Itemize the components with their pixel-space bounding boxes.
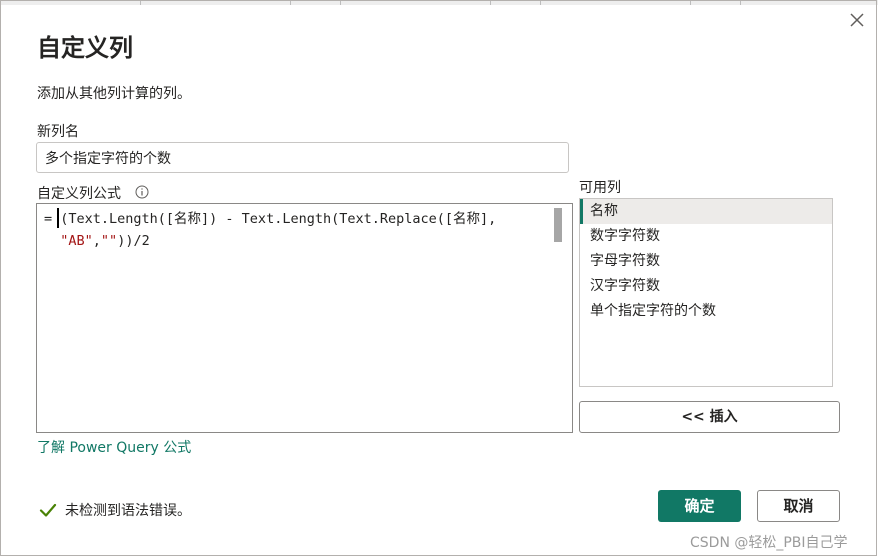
available-column-item[interactable]: 单个指定字符的个数 [580, 299, 832, 324]
close-icon[interactable] [847, 10, 867, 30]
learn-power-query-link[interactable]: 了解 Power Query 公式 [37, 437, 191, 457]
formula-code[interactable]: = (Text.Length([名称]) - Text.Length(Text.… [44, 208, 496, 252]
available-columns-label: 可用列 [579, 180, 621, 196]
formula-editor[interactable]: = (Text.Length([名称]) - Text.Length(Text.… [36, 203, 573, 433]
formula-line1: = (Text.Length([名称]) - Text.Length(Text.… [44, 211, 497, 227]
custom-column-dialog: 自定义列 添加从其他列计算的列。 新列名 自定义列公式 = (Text.Leng… [0, 0, 877, 556]
editor-scrollbar-thumb[interactable] [554, 208, 562, 242]
formula-string-ab: "AB" [60, 233, 93, 249]
info-icon[interactable] [135, 185, 149, 199]
available-column-item[interactable]: 字母字符数 [580, 249, 832, 274]
cancel-button[interactable]: 取消 [757, 490, 840, 522]
formula-label: 自定义列公式 [37, 186, 121, 202]
dialog-description: 添加从其他列计算的列。 [37, 86, 191, 102]
available-column-item[interactable]: 汉字字符数 [580, 274, 832, 299]
new-column-name-input[interactable] [36, 142, 569, 173]
text-cursor [57, 208, 59, 228]
new-column-name-label: 新列名 [37, 124, 79, 140]
formula-comma: , [92, 233, 101, 249]
watermark-text: CSDN @轻松_PBI自己学 [690, 535, 848, 551]
formula-line2-end: ))/2 [117, 233, 150, 249]
syntax-status: 未检测到语法错误。 [65, 503, 191, 519]
dialog-title: 自定义列 [37, 34, 133, 62]
ok-button[interactable]: 确定 [658, 490, 741, 522]
available-columns-list[interactable]: 名称 数字字符数 字母字符数 汉字字符数 单个指定字符的个数 [579, 198, 833, 387]
checkmark-icon [39, 503, 57, 517]
available-column-item[interactable]: 数字字符数 [580, 224, 832, 249]
formula-string-empty: "" [100, 233, 118, 249]
available-column-item[interactable]: 名称 [580, 199, 832, 224]
insert-button[interactable]: << 插入 [579, 401, 840, 433]
